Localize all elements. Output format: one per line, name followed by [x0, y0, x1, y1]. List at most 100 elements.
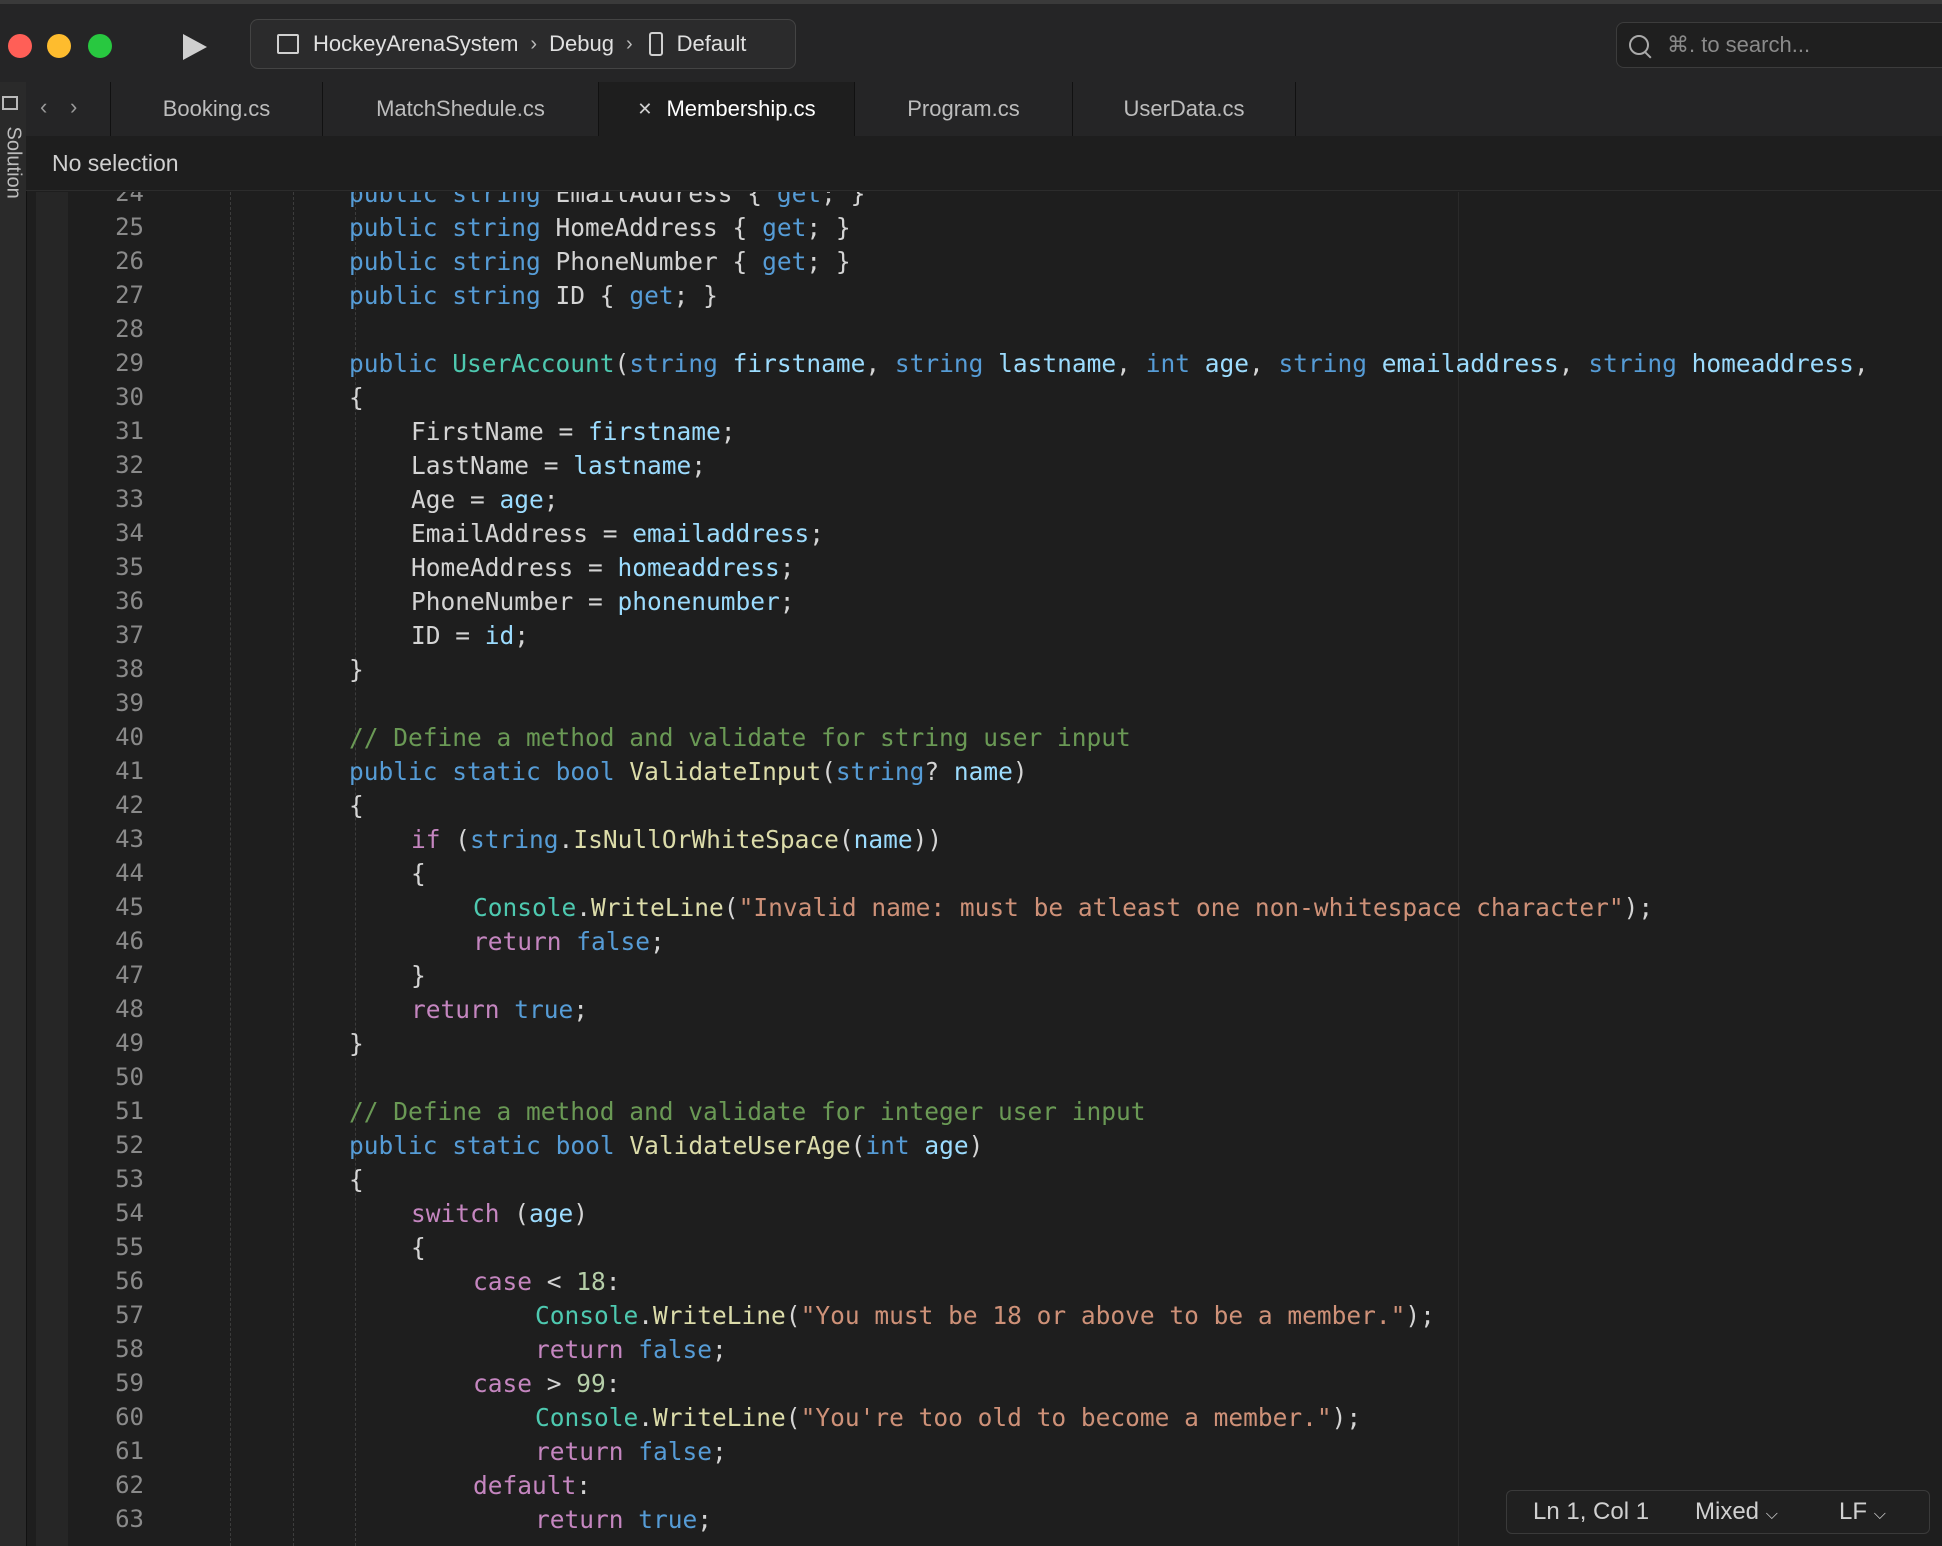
line-number[interactable]: 59 — [76, 1369, 144, 1397]
code-line[interactable]: { — [349, 791, 364, 820]
line-number[interactable]: 24 — [76, 192, 144, 207]
tab-matchshedule[interactable]: MatchShedule.cs — [322, 82, 598, 136]
code-line[interactable]: switch (age) — [411, 1199, 588, 1228]
code-line[interactable]: EmailAddress = emailaddress; — [411, 519, 824, 548]
tab-program[interactable]: Program.cs — [854, 82, 1072, 136]
line-number[interactable]: 37 — [76, 621, 144, 649]
line-number[interactable]: 43 — [76, 825, 144, 853]
code-line[interactable]: public string HomeAddress { get; } — [349, 213, 851, 242]
line-number[interactable]: 41 — [76, 757, 144, 785]
line-number[interactable]: 35 — [76, 553, 144, 581]
code-line[interactable]: case > 99: — [473, 1369, 621, 1398]
code-line[interactable]: PhoneNumber = phonenumber; — [411, 587, 795, 616]
line-number[interactable]: 48 — [76, 995, 144, 1023]
code-line[interactable]: Console.WriteLine("You must be 18 or abo… — [535, 1301, 1435, 1330]
code-line[interactable]: return false; — [473, 927, 665, 956]
line-number[interactable]: 25 — [76, 213, 144, 241]
code-line[interactable]: } — [411, 961, 426, 990]
code-line[interactable]: public string ID { get; } — [349, 281, 718, 310]
line-number[interactable]: 32 — [76, 451, 144, 479]
code-line[interactable]: public string EmailAddress { get; } — [349, 192, 865, 208]
line-number[interactable]: 57 — [76, 1301, 144, 1329]
line-number[interactable]: 51 — [76, 1097, 144, 1125]
code-line[interactable]: return true; — [535, 1505, 712, 1534]
line-number[interactable]: 47 — [76, 961, 144, 989]
close-window-button[interactable] — [8, 34, 32, 58]
line-number[interactable]: 27 — [76, 281, 144, 309]
sidebar-panel-icon[interactable] — [2, 96, 18, 110]
code-line[interactable]: Console.WriteLine("Invalid name: must be… — [473, 893, 1653, 922]
line-number[interactable]: 34 — [76, 519, 144, 547]
line-number[interactable]: 62 — [76, 1471, 144, 1499]
code-line[interactable]: return false; — [535, 1335, 727, 1364]
zoom-window-button[interactable] — [88, 34, 112, 58]
selection-breadcrumb[interactable]: No selection — [26, 136, 1942, 191]
code-editor[interactable]: 24 public string EmailAddress { get; } 25 p… — [0, 192, 1942, 1546]
code-line[interactable]: { — [349, 1165, 364, 1194]
line-number[interactable]: 46 — [76, 927, 144, 955]
code-line[interactable]: Console.WriteLine("You're too old to bec… — [535, 1403, 1361, 1432]
code-line[interactable]: public static bool ValidateUserAge(int a… — [349, 1131, 983, 1160]
code-line[interactable]: return true; — [411, 995, 588, 1024]
line-number[interactable]: 33 — [76, 485, 144, 513]
code-line[interactable]: LastName = lastname; — [411, 451, 706, 480]
scheme-selector[interactable]: HockeyArenaSystem › Debug › Default — [250, 19, 796, 69]
back-arrow-icon[interactable]: ‹ — [40, 94, 47, 120]
code-token: string — [1588, 349, 1677, 378]
line-number[interactable]: 53 — [76, 1165, 144, 1193]
line-number[interactable]: 31 — [76, 417, 144, 445]
code-token: false — [576, 927, 651, 956]
line-number[interactable]: 42 — [76, 791, 144, 819]
code-line[interactable]: // Define a method and validate for inte… — [349, 1097, 1146, 1126]
line-number[interactable]: 44 — [76, 859, 144, 887]
line-number[interactable]: 40 — [76, 723, 144, 751]
tab-membership[interactable]: ✕ Membership.cs — [598, 82, 854, 136]
code-line[interactable]: { — [411, 859, 426, 888]
line-number[interactable]: 29 — [76, 349, 144, 377]
close-tab-icon[interactable]: ✕ — [637, 99, 652, 120]
line-number[interactable]: 36 — [76, 587, 144, 615]
line-number[interactable]: 50 — [76, 1063, 144, 1091]
code-line[interactable]: } — [349, 1029, 364, 1058]
tab-userdata[interactable]: UserData.cs — [1072, 82, 1296, 136]
code-line[interactable]: // Define a method and validate for stri… — [349, 723, 1131, 752]
line-number[interactable]: 61 — [76, 1437, 144, 1465]
code-line[interactable]: default: — [473, 1471, 591, 1500]
line-number[interactable]: 55 — [76, 1233, 144, 1261]
line-number[interactable]: 56 — [76, 1267, 144, 1295]
cursor-position[interactable]: Ln 1, Col 1 — [1533, 1498, 1695, 1526]
code-line[interactable]: public string PhoneNumber { get; } — [349, 247, 851, 276]
code-line[interactable]: return false; — [535, 1437, 727, 1466]
line-ending-mode[interactable]: LF ⌵ — [1839, 1498, 1886, 1526]
line-number[interactable]: 58 — [76, 1335, 144, 1363]
forward-arrow-icon[interactable]: › — [70, 94, 77, 120]
code-line[interactable]: FirstName = firstname; — [411, 417, 736, 446]
line-number[interactable]: 54 — [76, 1199, 144, 1227]
line-number[interactable]: 28 — [76, 315, 144, 343]
tab-label: UserData.cs — [1123, 96, 1245, 121]
tab-booking[interactable]: Booking.cs — [110, 82, 322, 136]
line-number[interactable]: 60 — [76, 1403, 144, 1431]
line-number[interactable]: 38 — [76, 655, 144, 683]
code-line[interactable]: HomeAddress = homeaddress; — [411, 553, 795, 582]
line-number[interactable]: 30 — [76, 383, 144, 411]
code-line[interactable]: if (string.IsNullOrWhiteSpace(name)) — [411, 825, 942, 854]
code-line[interactable]: public UserAccount(string firstname, str… — [349, 349, 1869, 378]
line-number[interactable]: 52 — [76, 1131, 144, 1159]
search-field[interactable]: ⌘. to search... — [1616, 22, 1942, 68]
run-button[interactable] — [183, 34, 207, 60]
indentation-mode[interactable]: Mixed ⌵ — [1695, 1498, 1793, 1526]
line-number[interactable]: 39 — [76, 689, 144, 717]
code-line[interactable]: case < 18: — [473, 1267, 621, 1296]
line-number[interactable]: 63 — [76, 1505, 144, 1533]
code-line[interactable]: { — [411, 1233, 426, 1262]
line-number[interactable]: 45 — [76, 893, 144, 921]
line-number[interactable]: 49 — [76, 1029, 144, 1057]
code-line[interactable]: } — [349, 655, 364, 684]
code-line[interactable]: Age = age; — [411, 485, 559, 514]
line-number[interactable]: 26 — [76, 247, 144, 275]
code-line[interactable]: ID = id; — [411, 621, 529, 650]
code-line[interactable]: public static bool ValidateInput(string?… — [349, 757, 1028, 786]
code-line[interactable]: { — [349, 383, 364, 412]
minimize-window-button[interactable] — [47, 34, 71, 58]
